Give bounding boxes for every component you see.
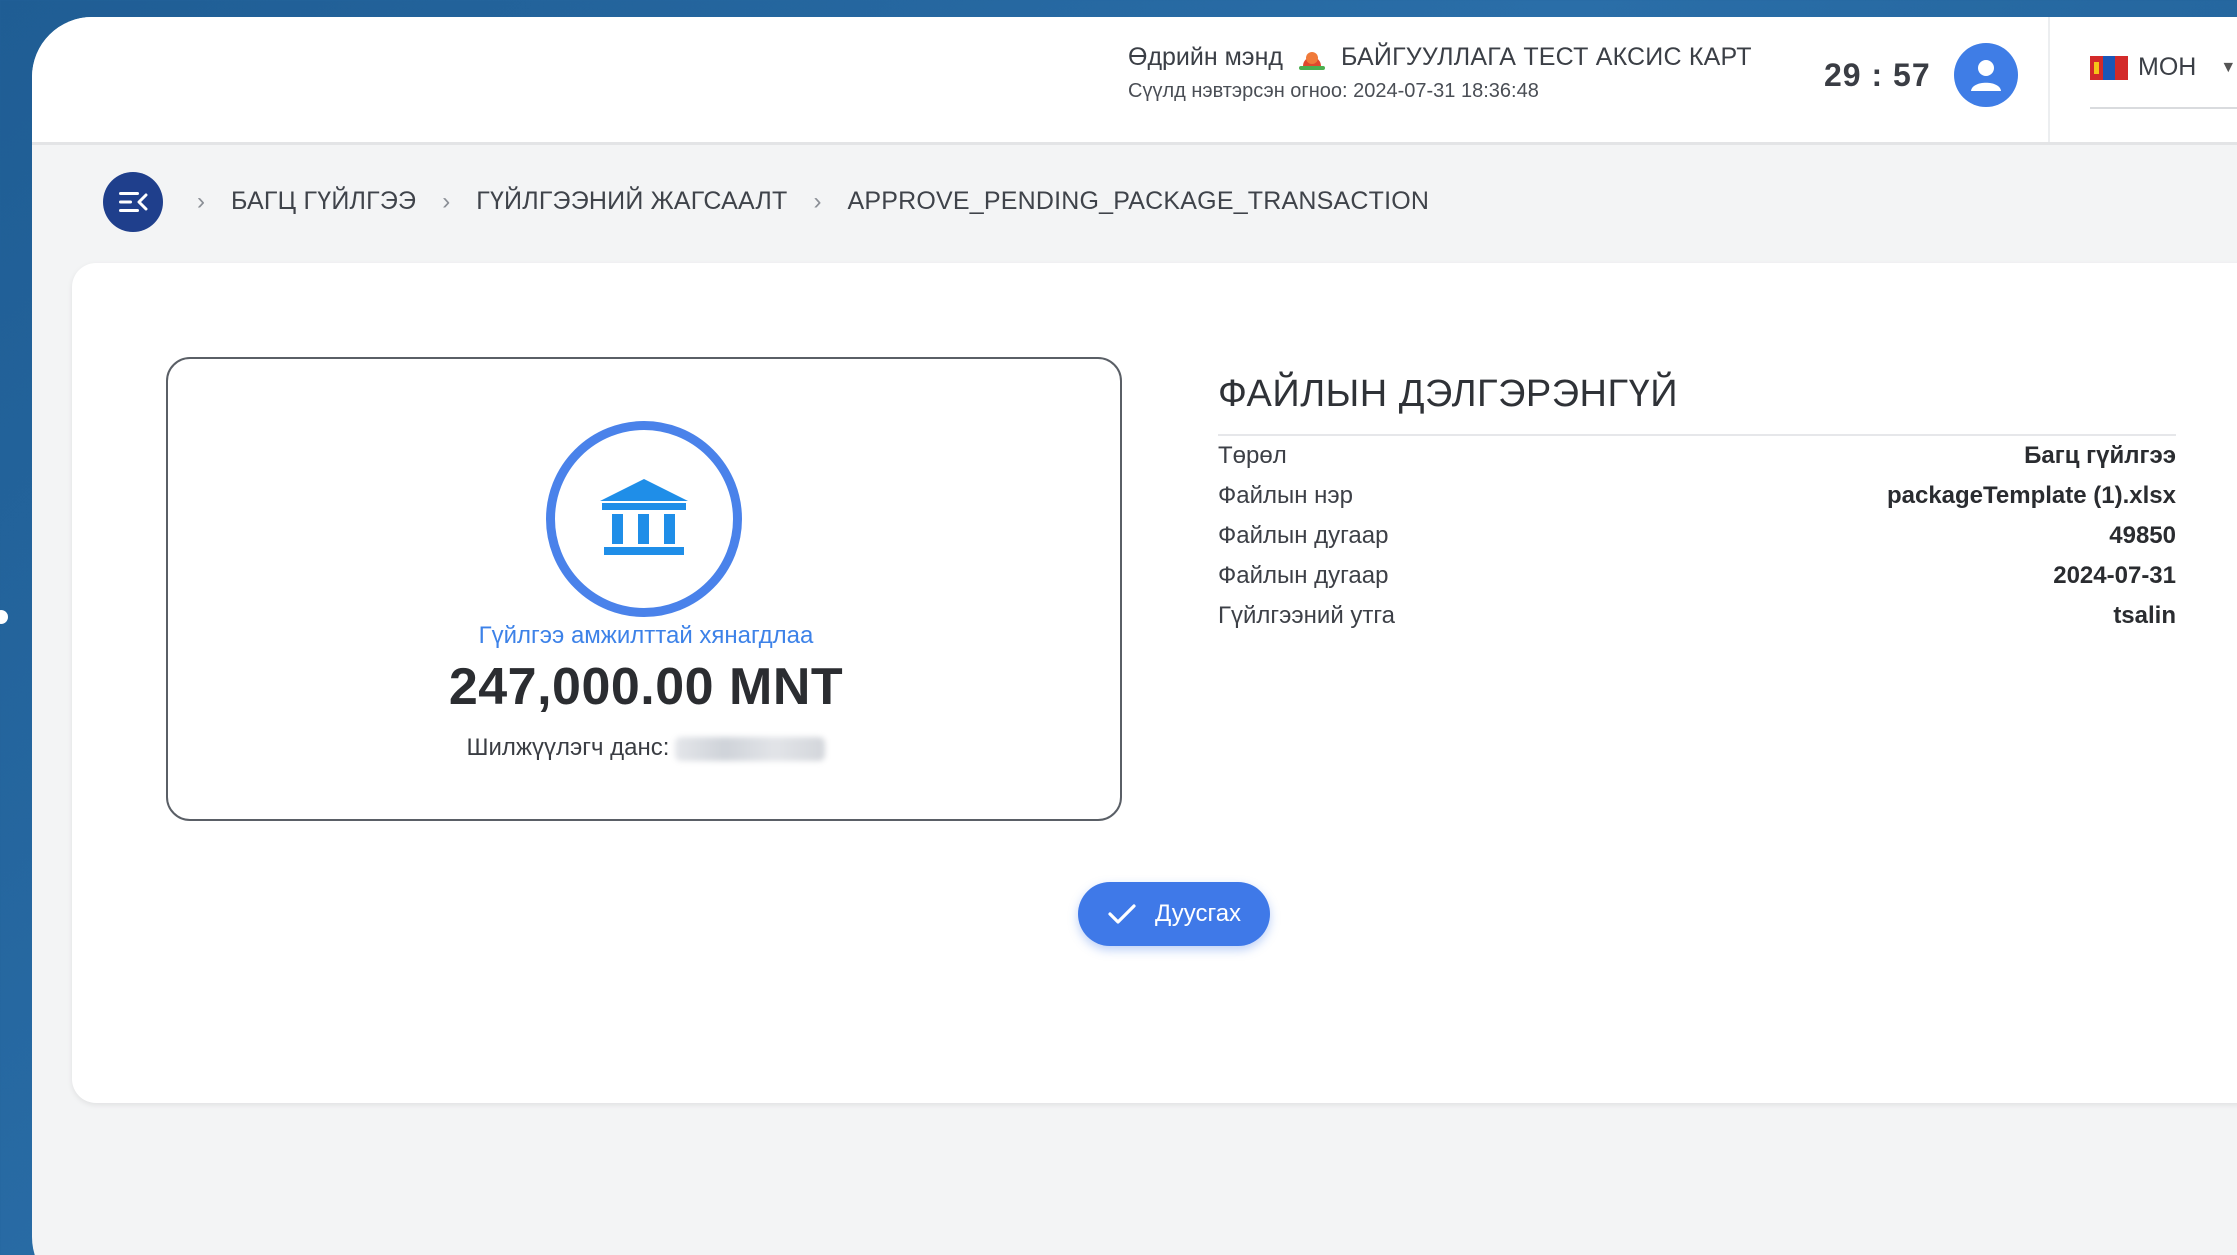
detail-row-file-name: Файлын нэр packageTemplate (1).xlsx — [1218, 476, 2176, 516]
details-title: ФАЙЛЫН ДЭЛГЭРЭНГҮЙ — [1218, 373, 1679, 415]
session-timer: 29 : 57 — [1824, 57, 1931, 93]
detail-label: Файлын нэр — [1218, 482, 1354, 509]
breadcrumb: › БАГЦ ГҮЙЛГЭЭ › ГҮЙЛГЭЭНИЙ ЖАГСААЛТ › A… — [189, 187, 1429, 216]
detail-label: Төрөл — [1218, 442, 1287, 469]
finish-button-label: Дуусгах — [1154, 900, 1242, 927]
sender-account: Шилжүүлэгч данс: — [168, 734, 1124, 762]
success-message: Гүйлгээ амжилттай хянагдлаа — [478, 622, 814, 649]
user-icon — [1971, 60, 2001, 91]
last-login-text: Сүүлд нэвтэрсэн огноо: 2024-07-31 18:36:… — [1128, 80, 1539, 102]
bank-icon-circle — [546, 421, 742, 617]
detail-value: 2024-07-31 — [2053, 562, 2176, 589]
sender-account-label: Шилжүүлэгч данс: — [466, 734, 670, 761]
transaction-amount: 247,000.00 MNT — [448, 658, 844, 716]
file-details-panel: ФАЙЛЫН ДЭЛГЭРЭНГҮЙ Төрөл Багц гүйлгээ Фа… — [1218, 357, 2176, 636]
check-icon — [1108, 904, 1136, 924]
main-card: Гүйлгээ амжилттай хянагдлаа 247,000.00 M… — [72, 263, 2237, 1103]
detail-label: Файлын дугаар — [1218, 522, 1389, 549]
detail-row-description: Гүйлгээний утга tsalin — [1218, 596, 2176, 636]
background-dot — [0, 610, 8, 624]
detail-row-file-number: Файлын дугаар 49850 — [1218, 516, 2176, 556]
breadcrumb-item-current: APPROVE_PENDING_PACKAGE_TRANSACTION — [847, 187, 1430, 215]
breadcrumb-item-transaction-list[interactable]: ГҮЙЛГЭЭНИЙ ЖАГСААЛТ — [476, 187, 787, 216]
user-avatar-button[interactable] — [1954, 43, 2018, 107]
detail-value: packageTemplate (1).xlsx — [1886, 482, 2176, 509]
user-greeting: Өдрийн мэнд БАЙГУУЛЛАГА ТЕСТ АКСИС КАРТ … — [1128, 43, 1752, 103]
chevron-right-icon: › — [813, 187, 822, 215]
detail-label: Гүйлгээний утга — [1218, 602, 1395, 629]
detail-value: Багц гүйлгээ — [2024, 442, 2176, 469]
chevron-right-icon: › — [442, 187, 451, 215]
app-window: Өдрийн мэнд БАЙГУУЛЛАГА ТЕСТ АКСИС КАРТ … — [32, 17, 2237, 1255]
bank-icon — [600, 479, 688, 555]
menu-toggle-button[interactable] — [103, 172, 163, 232]
transaction-result-box: Гүйлгээ амжилттай хянагдлаа 247,000.00 M… — [166, 357, 1122, 821]
sun-icon — [1297, 44, 1327, 72]
detail-row-type: Төрөл Багц гүйлгээ — [1218, 436, 2176, 476]
caret-down-icon: ▼ — [2220, 58, 2237, 76]
top-bar: Өдрийн мэнд БАЙГУУЛЛАГА ТЕСТ АКСИС КАРТ … — [32, 17, 2237, 145]
language-selector[interactable]: МОН ▼ — [2090, 53, 2236, 82]
mongolia-flag-icon — [2090, 55, 2128, 80]
menu-collapse-icon — [119, 192, 148, 212]
language-underline — [2090, 107, 2237, 109]
finish-button[interactable]: Дуусгах — [1078, 882, 1270, 946]
detail-row-file-date: Файлын дугаар 2024-07-31 — [1218, 556, 2176, 596]
language-label: МОН — [2138, 53, 2197, 81]
sender-account-value-blurred — [675, 736, 826, 761]
greeting-text: Өдрийн мэнд — [1128, 43, 1283, 71]
detail-label: Файлын дугаар — [1218, 562, 1389, 589]
chevron-right-icon: › — [197, 187, 205, 215]
detail-value: 49850 — [2109, 522, 2176, 549]
breadcrumb-item-package[interactable]: БАГЦ ГҮЙЛГЭЭ — [231, 187, 416, 216]
organization-name: БАЙГУУЛЛАГА ТЕСТ АКСИС КАРТ — [1340, 43, 1752, 71]
header-divider — [2048, 17, 2050, 142]
detail-value: tsalin — [2113, 602, 2176, 629]
